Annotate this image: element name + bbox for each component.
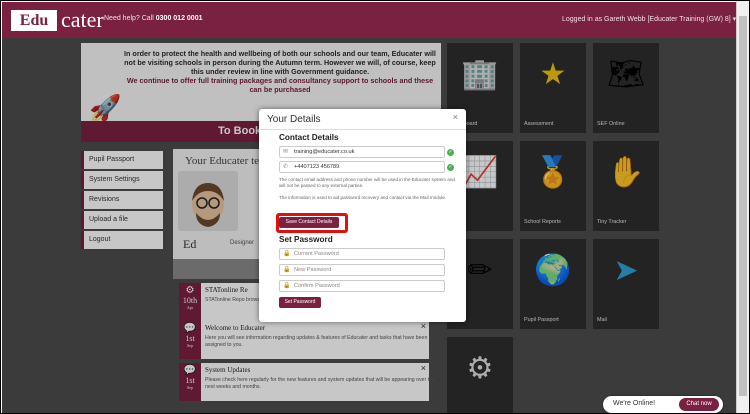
top-header: Edu cater Need help? Call 0300 012 0001 … bbox=[2, 2, 737, 38]
email-value: training@educater.co.uk bbox=[294, 149, 355, 155]
set-password-button[interactable]: Set Password bbox=[279, 297, 321, 308]
set-password-heading: Set Password bbox=[279, 235, 333, 244]
check-icon: ✓ bbox=[447, 164, 454, 171]
check-icon: ✓ bbox=[447, 149, 454, 156]
new-password-placeholder: New Password bbox=[294, 267, 332, 273]
usage-note: The information is used to aid password … bbox=[279, 195, 447, 200]
email-field[interactable]: ✉ training@educater.co.uk bbox=[279, 146, 445, 158]
help-phone: 0300 012 0001 bbox=[155, 15, 203, 22]
confirm-password-field[interactable]: 🔒 Confirm Password bbox=[279, 280, 445, 292]
envelope-icon: ✉ bbox=[283, 149, 289, 155]
contact-details-heading: Contact Details bbox=[279, 133, 339, 142]
chat-now-button[interactable]: Chat now bbox=[679, 398, 719, 411]
help-prefix: Need help? Call bbox=[104, 15, 156, 22]
scrollbar-thumb[interactable] bbox=[739, 16, 747, 396]
logged-in-menu[interactable]: Logged in as Gareth Webb [Educater Train… bbox=[562, 15, 736, 23]
lock-icon: 🔒 bbox=[283, 251, 291, 257]
scrollbar[interactable] bbox=[736, 1, 749, 413]
phone-icon: ✆ bbox=[283, 164, 289, 170]
lock-icon: 🔒 bbox=[283, 283, 291, 289]
modal-title: Your Details bbox=[267, 114, 321, 125]
current-password-placeholder: Current Password bbox=[294, 251, 339, 257]
new-password-field[interactable]: 🔒 New Password bbox=[279, 264, 445, 276]
highlight-box bbox=[276, 213, 348, 233]
phone-field[interactable]: ✆ +4407123 456789 bbox=[279, 161, 445, 173]
help-line: Need help? Call 0300 012 0001 bbox=[104, 15, 202, 22]
lock-icon: 🔒 bbox=[283, 267, 291, 273]
confirm-password-placeholder: Confirm Password bbox=[294, 283, 340, 289]
chat-status: We're Online! bbox=[613, 400, 656, 407]
privacy-note: The contact email address and phone numb… bbox=[279, 177, 455, 188]
chat-widget[interactable]: We're Online! Chat now bbox=[603, 396, 723, 413]
logo-box[interactable]: Edu bbox=[11, 10, 57, 31]
phone-value: +4407123 456789 bbox=[294, 164, 340, 170]
logo-text[interactable]: cater bbox=[61, 8, 104, 32]
close-icon[interactable]: × bbox=[453, 112, 458, 122]
current-password-field[interactable]: 🔒 Current Password bbox=[279, 248, 445, 260]
modal-divider bbox=[259, 129, 466, 130]
browser-frame: Edu cater Need help? Call 0300 012 0001 … bbox=[0, 0, 750, 414]
